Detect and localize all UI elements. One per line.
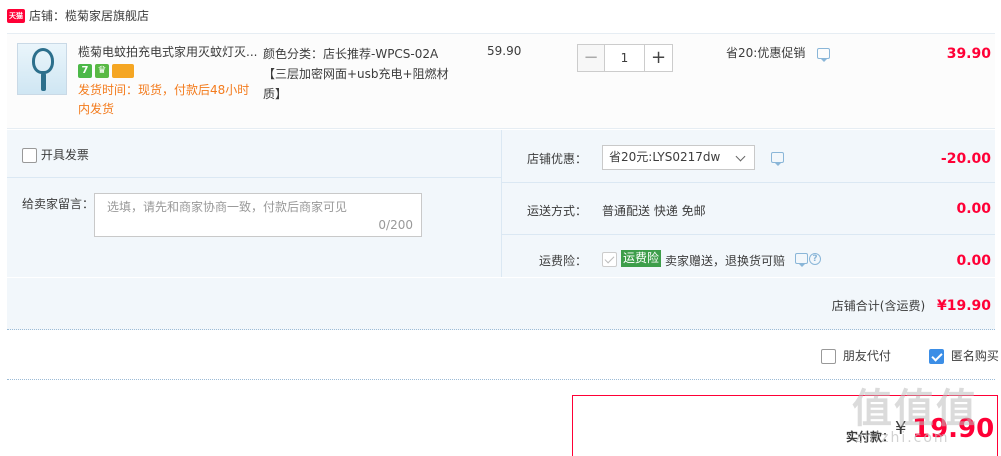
coupon-label: 店铺优惠： — [527, 152, 588, 166]
sku-bundle: 【三层加密网面+usb充电+阻燃材质】 — [263, 67, 449, 101]
quantity-input[interactable]: 1 — [605, 44, 645, 72]
message-label: 给卖家留言： — [22, 197, 95, 211]
sku-info: 颜色分类：店长推荐-WPCS-02A 【三层加密网面+usb充电+阻燃材质】 — [263, 44, 453, 104]
seven-day-return-icon[interactable]: 7 — [78, 64, 92, 78]
invoice-checkbox[interactable] — [22, 148, 37, 163]
tmall-icon: 天猫 — [7, 9, 25, 23]
coupon-select[interactable]: 省20元:LYS0217dw — [602, 145, 755, 170]
chevron-down-icon — [735, 151, 746, 162]
item-total: 39.90 — [946, 46, 991, 62]
message-input[interactable] — [107, 200, 407, 214]
divider — [502, 182, 995, 183]
shipping-amount: 0.00 — [956, 201, 991, 217]
product-thumbnail[interactable] — [17, 43, 67, 95]
shipping-label: 运送方式： — [527, 204, 588, 218]
insurance-text: 卖家赠送，退换货可赔 — [665, 254, 786, 268]
insurance-label: 运费险： — [539, 254, 588, 268]
insurance-badge: 运费险 — [621, 250, 662, 267]
divider — [7, 177, 501, 178]
chat-icon[interactable] — [771, 152, 784, 166]
insurance-checkbox-wrap — [602, 252, 617, 267]
coupon-value: 省20元:LYS0217dw — [609, 150, 721, 164]
invoice-label: 开具发票 — [40, 148, 89, 162]
decrease-button[interactable]: − — [577, 44, 605, 72]
product-title[interactable]: 榄菊电蚊拍充电式家用灭蚊灯灭... — [78, 44, 258, 60]
racket-image — [32, 48, 54, 74]
shop-subtotal: 店铺合计(含运费) ¥19.90 — [832, 297, 991, 314]
anonymous-checkbox[interactable] — [929, 349, 944, 364]
chat-icon[interactable] — [795, 253, 808, 267]
promotion: 省20:优惠促销 — [726, 44, 831, 62]
help-icon[interactable]: ? — [809, 253, 821, 265]
promotion-text: 省20:优惠促销 — [726, 46, 806, 60]
divider — [502, 234, 995, 235]
insurance-amount: 0.00 — [956, 253, 991, 269]
credit-card-icon[interactable] — [112, 64, 134, 78]
increase-button[interactable]: + — [645, 44, 673, 72]
anonymous-option[interactable]: 匿名购买 — [929, 347, 999, 364]
guarantee-icon[interactable]: ♛ — [95, 64, 109, 78]
shipping-method: 普通配送 快递 免邮 — [602, 204, 706, 218]
subtotal-label: 店铺合计(含运费) — [831, 299, 926, 313]
coupon-chat — [771, 152, 784, 166]
quantity-stepper: − 1 + — [577, 44, 673, 72]
delivery-time: 发货时间：现货，付款后48小时内发货 — [78, 83, 250, 116]
watermark-url: zhizhi.com — [855, 430, 950, 446]
message-box: 0/200 — [94, 193, 422, 237]
sku-color: 颜色分类：店长推荐-WPCS-02A — [263, 47, 439, 61]
chat-icon[interactable] — [817, 48, 831, 62]
subtotal-amount: ¥19.90 — [936, 298, 991, 314]
message-char-count: 0/200 — [378, 218, 413, 232]
unit-price: 59.90 — [487, 44, 522, 58]
watermark-logo: 值值值 — [852, 386, 978, 432]
insurance-icons: ? — [795, 253, 821, 267]
racket-handle — [41, 73, 46, 91]
divider — [501, 130, 502, 277]
anonymous-label: 匿名购买 — [950, 349, 999, 363]
shop-name[interactable]: 店铺：榄菊家居旗舰店 — [29, 7, 149, 24]
friend-pay-label: 朋友代付 — [842, 349, 891, 363]
friend-pay-option[interactable]: 朋友代付 — [821, 347, 891, 364]
insurance-checkbox — [602, 252, 617, 267]
divider — [7, 379, 995, 380]
friend-pay-checkbox[interactable] — [821, 349, 836, 364]
invoice-option[interactable]: 开具发票 — [22, 146, 89, 163]
service-tags: 7 ♛ — [78, 64, 134, 78]
coupon-amount: -20.00 — [940, 151, 991, 167]
